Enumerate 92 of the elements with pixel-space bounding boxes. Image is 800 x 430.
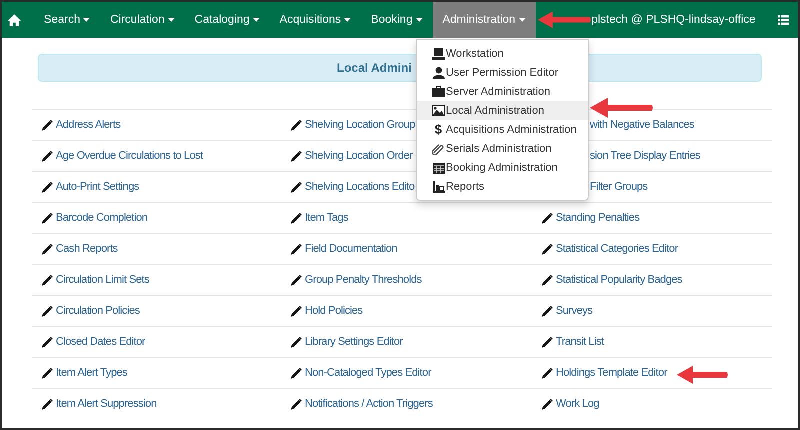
- admin-link[interactable]: Age Overdue Circulations to Lost: [56, 150, 204, 162]
- nav-menu[interactable]: Administration: [432, 2, 536, 38]
- pencil-icon: [291, 120, 302, 130]
- pencil-icon: [291, 306, 302, 316]
- pointer-arrow: [677, 366, 729, 384]
- page-heading: Local Admini: [337, 61, 412, 75]
- caret-icon: [83, 18, 90, 22]
- admin-link[interactable]: Library Settings Editor: [305, 336, 403, 348]
- caret-icon: [416, 18, 423, 22]
- admin-link[interactable]: Surveys: [556, 305, 593, 317]
- dollar-icon: $: [434, 122, 442, 137]
- nav-menu[interactable]: Booking: [361, 2, 433, 38]
- admin-link[interactable]: with Negative Balances: [590, 119, 694, 131]
- pencil-icon: [291, 150, 302, 162]
- pencil-icon: [542, 274, 553, 286]
- pencil-icon: [291, 274, 302, 286]
- admin-link[interactable]: Address Alerts: [56, 119, 121, 131]
- user-icon: [432, 66, 444, 78]
- admin-link[interactable]: Work Log: [556, 398, 600, 410]
- admin-link[interactable]: Holdings Template Editor: [556, 367, 668, 379]
- pencil-icon: [542, 398, 553, 410]
- pencil-icon: [542, 306, 553, 316]
- nav-menu[interactable]: Cataloging: [184, 2, 270, 38]
- calendar-icon: [432, 162, 444, 174]
- menu-item[interactable]: Serials Administration: [417, 139, 588, 158]
- admin-link[interactable]: Item Alert Types: [56, 367, 128, 379]
- pencil-icon: [291, 398, 302, 410]
- admin-link[interactable]: Circulation Limit Sets: [56, 274, 150, 286]
- admin-link[interactable]: Non-Cataloged Types Editor: [305, 367, 432, 379]
- admin-link[interactable]: Shelving Location Group: [305, 119, 416, 131]
- nav-menu[interactable]: Search: [34, 2, 100, 38]
- admin-link[interactable]: Filter Groups: [590, 181, 648, 193]
- pencil-icon: [542, 368, 553, 378]
- pencil-icon: [291, 212, 302, 224]
- nav-menu[interactable]: Acquisitions: [270, 2, 362, 38]
- menu-item[interactable]: Booking Administration: [417, 158, 588, 177]
- admin-link[interactable]: Closed Dates Editor: [56, 336, 146, 348]
- admin-link[interactable]: Field Documentation: [305, 243, 398, 255]
- pencil-icon: [542, 336, 553, 348]
- pencil-icon: [542, 244, 553, 254]
- caret-icon: [518, 18, 526, 22]
- menu-item[interactable]: Reports: [417, 177, 588, 196]
- admin-link[interactable]: Shelving Location Order: [305, 150, 413, 162]
- pencil-icon: [42, 306, 53, 316]
- pencil-icon: [42, 368, 53, 378]
- pencil-icon: [291, 244, 302, 254]
- admin-link[interactable]: Auto-Print Settings: [56, 181, 140, 193]
- menu-item[interactable]: Workstation: [417, 44, 588, 63]
- home-icon[interactable]: [8, 14, 22, 26]
- menu-item[interactable]: $ Acquisitions Administration: [417, 120, 588, 139]
- pencil-icon: [291, 182, 302, 192]
- chart-icon: [432, 180, 444, 192]
- admin-link[interactable]: Statistical Categories Editor: [556, 243, 678, 255]
- pencil-icon: [42, 182, 53, 192]
- admin-link[interactable]: Transit List: [556, 336, 604, 348]
- menu-item[interactable]: User Permission Editor: [417, 63, 588, 82]
- admin-link[interactable]: Circulation Policies: [56, 305, 140, 317]
- admin-link[interactable]: Item Tags: [305, 212, 348, 224]
- pencil-icon: [42, 244, 53, 254]
- user-label: plstech @ PLSHQ-lindsay-office: [592, 14, 756, 26]
- menu-icon[interactable]: [778, 14, 789, 26]
- admin-link[interactable]: Item Alert Suppression: [56, 398, 157, 410]
- admin-link[interactable]: Standing Penalties: [556, 212, 640, 224]
- pencil-icon: [42, 274, 53, 286]
- pencil-icon: [42, 398, 53, 410]
- pencil-icon: [42, 120, 53, 130]
- paperclip-icon: [432, 142, 445, 154]
- admin-link[interactable]: Statistical Popularity Badges: [556, 274, 682, 286]
- caret-icon: [344, 18, 352, 22]
- picture-icon: [432, 105, 445, 116]
- nav-menu[interactable]: Circulation: [100, 2, 185, 38]
- pencil-icon: [291, 336, 302, 348]
- caret-icon: [168, 18, 175, 22]
- admin-link[interactable]: Barcode Completion: [56, 212, 148, 224]
- pencil-icon: [42, 150, 53, 162]
- menu-item[interactable]: Local Administration: [417, 101, 588, 120]
- admin-link[interactable]: Shelving Locations Edito: [305, 181, 415, 193]
- pointer-arrow: [590, 98, 654, 118]
- admin-link[interactable]: Notifications / Action Triggers: [305, 398, 433, 410]
- admin-link[interactable]: Cash Reports: [56, 243, 118, 255]
- pointer-arrow: [538, 11, 592, 29]
- admin-link[interactable]: sion Tree Display Entries: [590, 150, 700, 162]
- pencil-icon: [42, 212, 53, 224]
- pencil-icon: [542, 212, 553, 224]
- caret-icon: [252, 18, 260, 22]
- menu-item[interactable]: Server Administration: [417, 82, 588, 101]
- laptop-icon: [432, 48, 445, 60]
- admin-link[interactable]: Group Penalty Thresholds: [305, 274, 422, 286]
- admin-link[interactable]: Hold Policies: [305, 305, 363, 317]
- pencil-icon: [42, 336, 53, 348]
- briefcase-icon: [432, 86, 445, 97]
- pencil-icon: [291, 368, 302, 378]
